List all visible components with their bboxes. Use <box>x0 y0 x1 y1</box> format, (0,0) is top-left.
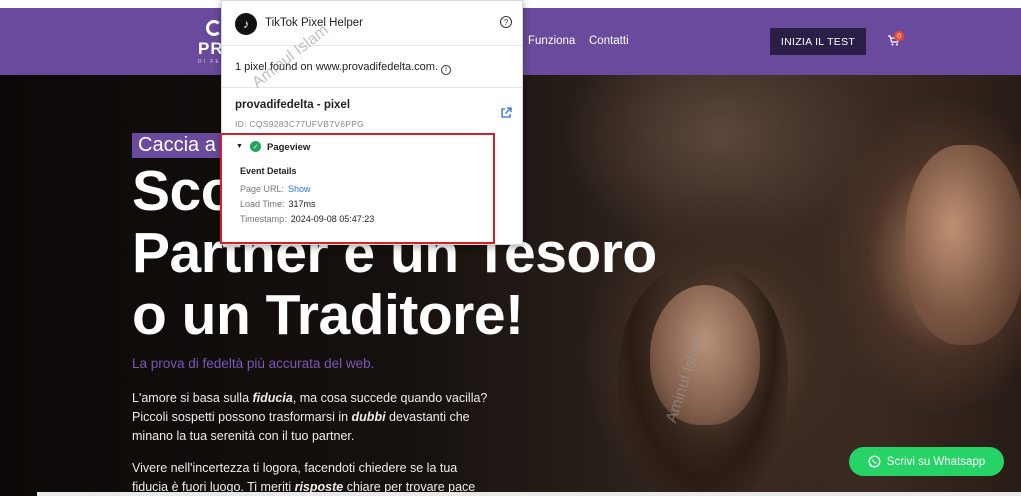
collapse-arrow-icon[interactable]: ▼ <box>236 143 243 150</box>
page-url-show-link[interactable]: Show <box>288 184 311 194</box>
whatsapp-label: Scrivi su Whatsapp <box>886 455 986 468</box>
popup-divider <box>222 87 522 88</box>
event-name[interactable]: Pageview <box>267 142 310 153</box>
popup-header: ♪ TikTok Pixel Helper ? <box>222 1 522 46</box>
hero-paragraph-1: L'amore si basa sulla fiducia, ma cosa s… <box>132 391 488 443</box>
hero-kicker: Caccia a <box>132 133 222 158</box>
horizontal-scrollbar[interactable] <box>37 492 1021 496</box>
nav-link-contatti[interactable]: Contatti <box>589 35 629 47</box>
event-page-url-row: Page URL: Show <box>240 184 311 194</box>
hero-paragraph-2: Vivere nell'incertezza ti logora, facend… <box>132 461 476 494</box>
pixels-found-text: 1 pixel found on www.provadifedelta.com.… <box>235 61 452 75</box>
pixel-name: provadifedelta - pixel <box>235 99 351 111</box>
success-check-icon: ✓ <box>250 141 261 152</box>
info-icon[interactable]: i <box>441 64 452 75</box>
whatsapp-button[interactable]: Scrivi su Whatsapp <box>849 447 1004 476</box>
logo-icon <box>206 20 222 36</box>
headline-line-3: o un Traditore! <box>132 283 524 347</box>
hero-image-man <box>905 145 1021 345</box>
event-details-title: Event Details <box>240 166 297 176</box>
event-load-time-row: Load Time: 317ms <box>240 199 316 209</box>
event-timestamp-row: Timestamp: 2024-09-08 05:47:23 <box>240 214 375 224</box>
start-test-button[interactable]: INIZIA IL TEST <box>770 28 866 55</box>
popup-title: TikTok Pixel Helper <box>265 17 363 29</box>
nav-link-funziona[interactable]: Funziona <box>528 35 575 47</box>
hero-tagline: La prova di fedeltà più accurata del web… <box>132 356 375 371</box>
help-icon[interactable]: ? <box>500 16 512 28</box>
external-link-icon[interactable] <box>500 107 512 119</box>
tiktok-logo-icon: ♪ <box>235 13 257 35</box>
cart-count-badge: 0 <box>894 31 904 41</box>
pixel-id: ID: CQS9283C77UFVB7V6PPG <box>235 119 365 129</box>
whatsapp-icon <box>868 455 881 468</box>
